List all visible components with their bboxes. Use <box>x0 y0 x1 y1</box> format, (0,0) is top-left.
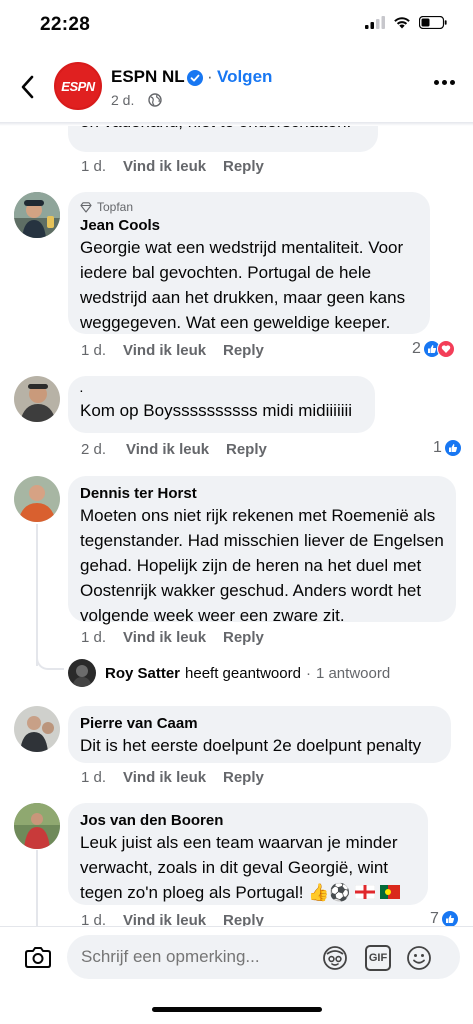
reaction-count: 2 <box>412 340 421 357</box>
commenter-name-mark[interactable]: . <box>80 384 363 396</box>
like-button[interactable]: Vind ik leuk <box>123 342 223 359</box>
like-reaction-icon <box>440 910 459 926</box>
camera-icon[interactable] <box>24 943 52 971</box>
reply-button[interactable]: Reply <box>223 342 264 359</box>
more-options-button[interactable] <box>434 80 455 85</box>
reply-button[interactable]: Reply <box>223 912 264 926</box>
status-time: 22:28 <box>40 14 91 35</box>
espn-logo-text: ESPN <box>61 78 95 94</box>
home-indicator[interactable] <box>152 1007 322 1012</box>
diamond-icon <box>80 202 92 213</box>
reply-separator: · <box>305 664 311 682</box>
like-button[interactable]: Vind ik leuk <box>123 912 223 926</box>
reply-thread-connector <box>36 656 64 670</box>
post-header: ESPN ESPN NL · Volgen 2 d. <box>0 50 473 122</box>
post-time: 2 d. <box>111 92 135 108</box>
gif-button[interactable]: GIF <box>365 945 391 971</box>
comment-text: Leuk juist als een team waarvan je minde… <box>80 830 416 906</box>
header-separator: · <box>207 67 213 86</box>
like-button[interactable]: Vind ik leuk <box>126 441 226 458</box>
globe-icon <box>148 93 162 107</box>
comment-time: 1 d. <box>81 342 107 359</box>
wifi-icon <box>394 17 410 29</box>
georgia-flag-icon <box>355 884 376 900</box>
follow-button[interactable]: Volgen <box>217 67 272 87</box>
gif-label: GIF <box>368 952 388 964</box>
reply-count: 1 antwoord <box>315 664 391 682</box>
verified-badge-icon <box>187 70 203 86</box>
comment-time: 1 d. <box>81 912 107 926</box>
reaction-summary[interactable]: 1 <box>433 439 462 457</box>
avatar <box>68 659 96 687</box>
portugal-flag-icon <box>380 885 401 899</box>
replier-name: Roy Satter <box>105 664 181 682</box>
reply-button[interactable]: Reply <box>223 769 264 786</box>
reply-thread-line <box>36 524 38 666</box>
chevron-left-icon <box>21 75 34 99</box>
commenter-name[interactable]: Pierre van Caam <box>80 714 439 733</box>
comment-actions: 1 d. Vind ik leuk Reply <box>81 342 264 359</box>
more-dot <box>442 80 447 85</box>
espn-logo-avatar[interactable]: ESPN <box>54 62 102 110</box>
comment-bubble: Pierre van Caam Dit is het eerste doelpu… <box>68 706 451 763</box>
comment-text: Georgie wat een wedstrijd mentaliteit. V… <box>80 238 406 332</box>
topfan-badge: Topfan <box>80 200 418 215</box>
comment-text: en vaderland, niet te onderschatten. <box>80 126 351 134</box>
love-reaction-icon <box>436 340 455 358</box>
more-dot <box>450 80 455 85</box>
emoji-icon[interactable] <box>406 945 432 971</box>
avatar[interactable] <box>14 803 60 849</box>
back-button[interactable] <box>14 72 40 102</box>
reaction-count: 7 <box>430 910 439 926</box>
battery-icon <box>419 16 447 29</box>
comment-bubble: Dennis ter Horst Moeten ons niet rijk re… <box>68 476 456 625</box>
comments-feed[interactable]: en vaderland, niet te onderschatten. 1 d… <box>0 126 473 926</box>
like-reaction-icon <box>443 439 462 457</box>
comment-emoji: 👍⚽ <box>308 883 351 903</box>
reply-button[interactable]: Reply <box>223 629 264 646</box>
comment-actions: 2 d. Vind ik leuk Reply <box>81 441 267 458</box>
comment-input[interactable] <box>67 935 460 979</box>
avatar[interactable] <box>14 192 60 238</box>
comment-time: 1 d. <box>81 629 107 646</box>
comment-text: Moeten ons niet rijk rekenen met Roemeni… <box>80 506 444 625</box>
status-icons <box>365 16 447 29</box>
comment-actions: 1 d. Vind ik leuk Reply <box>81 769 264 786</box>
like-button[interactable]: Vind ik leuk <box>123 769 223 786</box>
view-replies-link[interactable]: Roy Satter heeft geantwoord · 1 antwoord <box>68 659 390 687</box>
status-bar: 22:28 <box>0 0 473 50</box>
avatar[interactable] <box>14 706 60 752</box>
comment-bubble: Topfan Jean Cools Georgie wat een wedstr… <box>68 192 430 334</box>
reply-action-text: heeft geantwoord <box>185 664 301 682</box>
reply-button[interactable]: Reply <box>226 441 267 458</box>
comment-actions: 1 d. Vind ik leuk Reply <box>81 912 264 926</box>
commenter-name[interactable]: Dennis ter Horst <box>80 484 444 503</box>
comment-actions: 1 d. Vind ik leuk Reply <box>81 158 264 175</box>
comment-actions: 1 d. Vind ik leuk Reply <box>81 629 264 646</box>
reply-thread-line <box>36 850 38 926</box>
comment-bubble: Jos van den Booren Leuk juist als een te… <box>68 803 428 905</box>
comment-bubble: . Kom op Boyssssssssss midi midiiiiiii <box>68 376 375 433</box>
commenter-name[interactable]: Jean Cools <box>80 216 418 235</box>
reaction-count: 1 <box>433 439 442 456</box>
avatar-sticker-icon[interactable] <box>322 945 348 971</box>
comment-time: 1 d. <box>81 769 107 786</box>
signal-icon <box>365 16 385 29</box>
reply-button[interactable]: Reply <box>223 158 264 175</box>
comment-text: Dit is het eerste doelpunt 2e doelpunt p… <box>80 736 422 755</box>
comment-text: Kom op Boyssssssssss midi midiiiiiii <box>80 401 353 420</box>
like-button[interactable]: Vind ik leuk <box>123 158 223 175</box>
commenter-name[interactable]: Jos van den Booren <box>80 811 416 830</box>
reaction-summary[interactable]: 7 <box>430 910 459 926</box>
comment-time: 2 d. <box>81 441 107 458</box>
more-dot <box>434 80 439 85</box>
avatar[interactable] <box>14 376 60 422</box>
comment-bubble: en vaderland, niet te onderschatten. <box>68 126 378 152</box>
comment-time: 1 d. <box>81 158 107 175</box>
reaction-summary[interactable]: 2 <box>412 340 455 358</box>
page-name[interactable]: ESPN NL <box>111 67 185 87</box>
topfan-label: Topfan <box>97 200 134 214</box>
like-button[interactable]: Vind ik leuk <box>123 629 223 646</box>
avatar[interactable] <box>14 476 60 522</box>
